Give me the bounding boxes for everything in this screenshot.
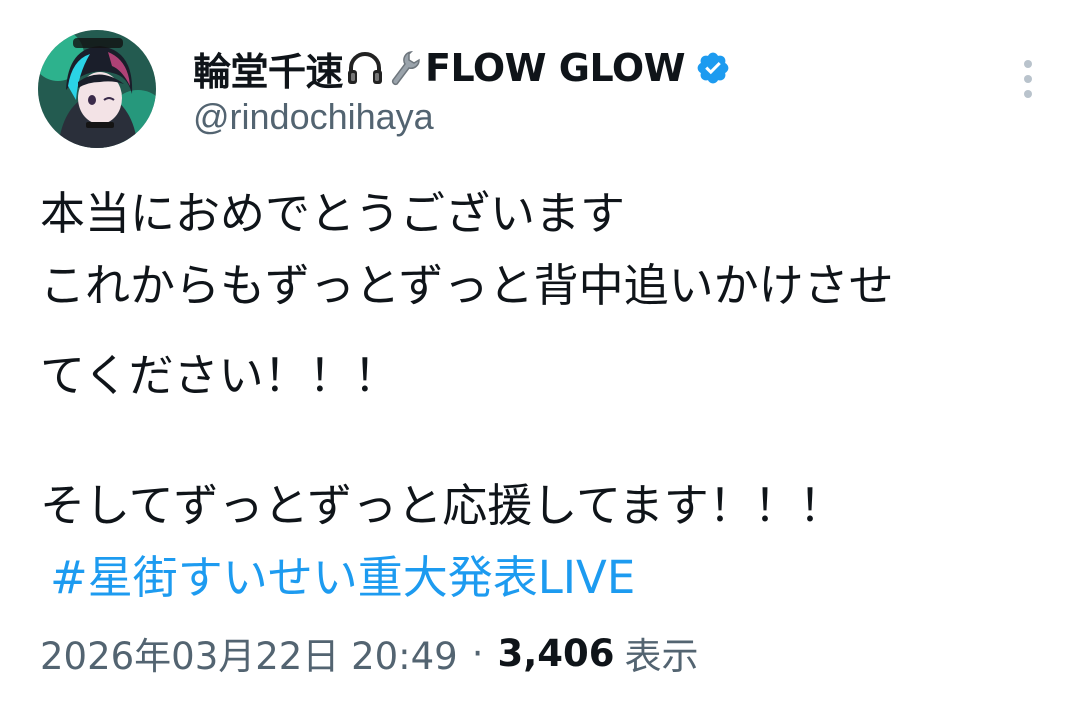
more-dot-icon xyxy=(1024,60,1032,68)
tweet-header: 輪堂千速 FLOW GLOW @rindochihaya xyxy=(38,30,1048,150)
tweet-text-line: これからもずっとずっと背中追いかけさせ xyxy=(40,259,894,312)
headphones-icon xyxy=(345,48,385,88)
verified-badge-icon[interactable] xyxy=(695,50,731,86)
tweet-text: 本当におめでとうございます これからもずっとずっと背中追いかけさせ てください！… xyxy=(40,178,1040,614)
author-handle[interactable]: @rindochihaya xyxy=(193,96,434,138)
meta-separator: · xyxy=(471,631,484,675)
views-count: 3,406 xyxy=(497,631,615,675)
hashtag-link[interactable]: #星街すいせい重大発表LIVE xyxy=(40,542,635,614)
wrench-icon xyxy=(387,48,423,88)
tweet-meta: 2026年03月22日 20:49 · 3,406 表示 xyxy=(40,626,699,680)
author-brand-name[interactable]: FLOW GLOW xyxy=(425,46,686,90)
tweet-text-line: てください！！！ xyxy=(40,349,399,402)
more-dot-icon xyxy=(1024,75,1032,83)
more-dot-icon xyxy=(1024,90,1032,98)
tweet-text-line: そしてずっとずっと応援してます！！！ xyxy=(40,479,844,532)
avatar[interactable] xyxy=(38,30,156,148)
more-options-button[interactable] xyxy=(1008,54,1048,104)
author-display-name[interactable]: 輪堂千速 xyxy=(193,41,344,96)
timestamp[interactable]: 2026年03月22日 20:49 xyxy=(40,626,458,680)
tweet-text-line: 本当におめでとうございます xyxy=(40,187,626,240)
author-name-row[interactable]: 輪堂千速 FLOW GLOW xyxy=(193,40,731,96)
hashtag-line: #星街すいせい重大発表LIVE xyxy=(40,542,1040,614)
views-label: 表示 xyxy=(624,635,699,678)
tweet-card: 輪堂千速 FLOW GLOW @rindochihaya 本当におめでとうござい… xyxy=(0,0,1080,710)
